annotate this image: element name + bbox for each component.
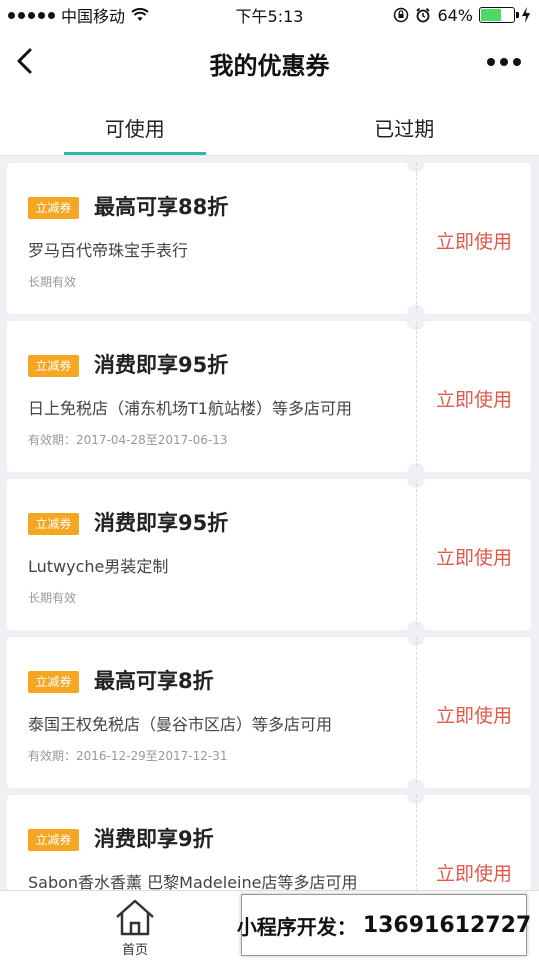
battery-level: [481, 9, 502, 21]
lock-rotation-icon: [394, 7, 409, 23]
coupon-title: 消费即享95折: [94, 353, 229, 377]
use-now-button[interactable]: 立即使用: [433, 543, 515, 570]
coupon-title: 消费即享95折: [94, 511, 229, 535]
home-tab[interactable]: 首页: [100, 895, 170, 958]
coupon-validity: 有效期：2017-04-28至2017-06-13: [28, 433, 228, 447]
coupon-info: 立减券 消费即享95折 日上免税店（浦东机场T1航站楼）等多店可用 有效期：20…: [7, 321, 416, 472]
coupon-title: 消费即享9折: [94, 827, 214, 851]
tab-expired-label: 已过期: [374, 117, 435, 141]
more-dots-icon: [487, 58, 495, 66]
charging-icon: [522, 7, 530, 23]
coupon-info: 立减券 消费即享95折 Lutwyche男装定制 长期有效: [7, 479, 416, 630]
coupon-store: 罗马百代帝珠宝手表行: [28, 241, 189, 260]
status-bar: 中国移动 下午5:13 64%: [0, 0, 539, 30]
coupon-validity: 长期有效: [28, 591, 77, 605]
coupon-type-badge: 立减券: [28, 197, 79, 219]
promo-label: 小程序开发：: [236, 914, 357, 939]
coupon-store: 泰国王权免税店（曼谷市区店）等多店可用: [28, 715, 333, 734]
use-now-button[interactable]: 立即使用: [433, 859, 515, 886]
tab-available-label: 可使用: [104, 117, 165, 141]
tab-active-indicator: [64, 152, 206, 155]
coupon-title: 最高可享88折: [94, 195, 229, 219]
coupon-card[interactable]: 立减券 最高可享8折 泰国王权免税店（曼谷市区店）等多店可用 有效期：2016-…: [7, 628, 531, 797]
coupon-tabs: 可使用 已过期: [0, 92, 539, 156]
coupon-store: Lutwyche男装定制: [28, 557, 169, 576]
use-now-button[interactable]: 立即使用: [433, 701, 515, 728]
alarm-icon: [416, 7, 431, 23]
coupon-card[interactable]: 立减券 最高可享88折 罗马百代帝珠宝手表行 长期有效 立即使用: [7, 154, 531, 323]
wifi-icon: [131, 8, 149, 21]
carrier-label: 中国移动: [61, 7, 126, 26]
coupon-store: 日上免税店（浦东机场T1航站楼）等多店可用: [28, 399, 352, 418]
status-right: 64%: [393, 6, 531, 25]
promo-banner: 小程序开发： 13691612727: [237, 894, 531, 956]
coupon-type-badge: 立减券: [28, 513, 79, 535]
nav-bar: 我的优惠券: [0, 30, 539, 92]
coupon-divider: [416, 163, 417, 314]
use-now-button[interactable]: 立即使用: [433, 385, 515, 412]
coupon-validity: 有效期：2016-12-29至2017-12-31: [28, 749, 228, 763]
home-tab-label: 首页: [121, 943, 148, 958]
more-button[interactable]: [487, 58, 521, 66]
coupon-divider: [416, 479, 417, 630]
tab-available[interactable]: 可使用: [0, 92, 270, 155]
page-title: 我的优惠券: [209, 52, 330, 80]
coupon-card[interactable]: 立减券 消费即享95折 Lutwyche男装定制 长期有效 立即使用: [7, 470, 531, 639]
battery-percent: 64%: [437, 5, 473, 25]
tab-expired[interactable]: 已过期: [270, 92, 539, 155]
coupon-title: 最高可享8折: [94, 669, 214, 693]
use-now-button[interactable]: 立即使用: [433, 227, 515, 254]
coupon-divider: [416, 321, 417, 472]
coupon-type-badge: 立减券: [28, 671, 79, 693]
coupon-type-badge: 立减券: [28, 355, 79, 377]
coupon-validity: 长期有效: [28, 275, 77, 289]
coupon-type-badge: 立减券: [28, 829, 79, 851]
home-icon: [116, 899, 154, 936]
coupon-card[interactable]: 立减券 消费即享95折 日上免税店（浦东机场T1航站楼）等多店可用 有效期：20…: [7, 312, 531, 481]
coupon-info: 立减券 最高可享88折 罗马百代帝珠宝手表行 长期有效: [7, 163, 416, 314]
battery-icon: [479, 7, 519, 23]
promo-phone: 13691612727: [362, 912, 532, 938]
coupon-info: 立减券 最高可享8折 泰国王权免税店（曼谷市区店）等多店可用 有效期：2016-…: [7, 637, 416, 788]
status-left: 中国移动: [8, 3, 149, 27]
signal-dots-icon: [8, 11, 55, 19]
coupon-divider: [416, 637, 417, 788]
